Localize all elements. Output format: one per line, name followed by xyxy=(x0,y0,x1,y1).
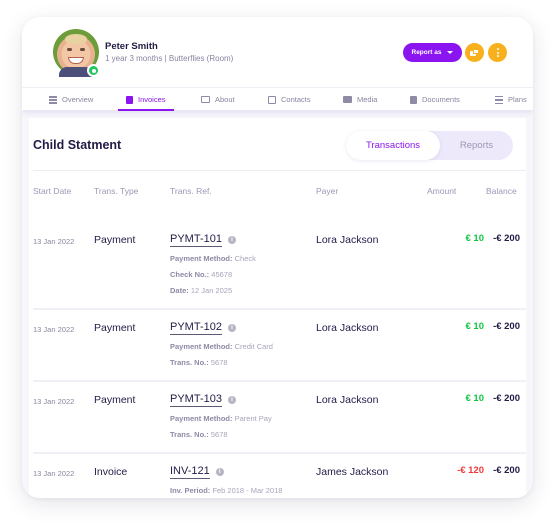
reports-toggle[interactable]: Reports xyxy=(440,131,513,160)
tab-invoices[interactable]: Invoices xyxy=(118,88,174,111)
row-type: Payment xyxy=(94,234,136,246)
row-date: 13 Jan 2022 xyxy=(33,237,75,246)
document-icon xyxy=(410,95,417,104)
report-as-label: Report as xyxy=(411,49,442,56)
row-amount: € 10 xyxy=(465,321,485,332)
child-statement-panel: Child Statment Transactions Reports Star… xyxy=(29,118,526,498)
transaction-ref-link[interactable]: PYMT-101 xyxy=(170,233,222,247)
tab-contacts[interactable]: Contacts xyxy=(260,88,319,111)
row-type: Payment xyxy=(94,322,136,334)
tab-about[interactable]: About xyxy=(193,88,243,111)
column-header-trans-ref[interactable]: Trans. Ref. xyxy=(170,186,212,196)
invoice-icon xyxy=(126,95,133,104)
row-balance: -€ 200 xyxy=(493,321,520,332)
tab-overview[interactable]: Overview xyxy=(41,88,101,111)
header-divider xyxy=(33,170,526,171)
row-detail: Payment Method: Check xyxy=(170,254,256,263)
report-as-button[interactable]: Report as xyxy=(403,43,462,62)
transactions-toggle[interactable]: Transactions xyxy=(346,131,440,160)
tab-documents[interactable]: Documents xyxy=(402,88,468,111)
row-date: 13 Jan 2022 xyxy=(33,325,75,334)
tab-media[interactable]: Media xyxy=(335,88,385,111)
column-header-start-date[interactable]: Start Date xyxy=(33,186,71,196)
contacts-icon xyxy=(268,95,276,104)
info-icon[interactable]: i xyxy=(227,236,236,244)
row-payer: James Jackson xyxy=(316,466,389,478)
row-detail: Trans. No.: 5678 xyxy=(170,358,228,367)
more-vertical-icon xyxy=(496,48,499,57)
list-icon xyxy=(49,95,57,104)
column-header-amount[interactable]: Amount xyxy=(427,186,456,196)
row-payer: Lora Jackson xyxy=(316,234,379,246)
info-icon[interactable]: i xyxy=(215,468,224,476)
statement-title: Child Statment xyxy=(33,138,122,152)
content-area: Child Statment Transactions Reports Star… xyxy=(22,110,533,498)
row-divider xyxy=(33,308,526,310)
transaction-ref-link[interactable]: PYMT-103 xyxy=(170,393,222,407)
info-icon[interactable]: i xyxy=(227,396,236,404)
row-amount: -€ 120 xyxy=(457,465,484,476)
row-divider xyxy=(33,380,526,382)
row-detail: Date: 12 Jan 2025 xyxy=(170,286,233,295)
row-payer: Lora Jackson xyxy=(316,322,379,334)
row-balance: -€ 200 xyxy=(493,465,520,476)
child-profile-card: Peter Smith 1 year 3 months | Butterflie… xyxy=(22,17,533,498)
profile-header: Peter Smith 1 year 3 months | Butterflie… xyxy=(22,17,533,87)
image-icon xyxy=(343,96,352,103)
row-balance: -€ 200 xyxy=(493,393,520,404)
row-type: Payment xyxy=(94,394,136,406)
row-divider xyxy=(33,452,526,454)
row-amount: € 10 xyxy=(465,393,485,404)
row-balance: -€ 200 xyxy=(493,233,520,244)
row-detail: Payment Method: Parent Pay xyxy=(170,414,272,423)
profile-name: Peter Smith xyxy=(105,41,158,52)
id-card-icon xyxy=(201,96,210,103)
row-date: 13 Jan 2022 xyxy=(33,397,75,406)
chat-button[interactable] xyxy=(465,43,484,62)
info-icon[interactable]: i xyxy=(227,324,236,332)
column-header-trans-type[interactable]: Trans. Type xyxy=(94,186,138,196)
row-detail: Payment Method: Credit Card xyxy=(170,342,273,351)
chat-bubbles-icon xyxy=(470,49,479,56)
row-detail: Check No.: 45678 xyxy=(170,270,233,279)
row-payer: Lora Jackson xyxy=(316,394,379,406)
tab-plans[interactable]: Plans xyxy=(487,88,533,111)
view-toggle: Transactions Reports xyxy=(346,131,513,160)
more-options-button[interactable] xyxy=(488,43,507,62)
row-detail: Trans. No.: 5678 xyxy=(170,430,228,439)
profile-tabs: Overview Invoices About Contacts Media D… xyxy=(22,87,533,111)
transaction-ref-link[interactable]: PYMT-102 xyxy=(170,321,222,335)
column-header-payer[interactable]: Payer xyxy=(316,186,338,196)
chevron-down-icon xyxy=(447,51,454,54)
online-status-icon xyxy=(87,64,100,77)
profile-subtitle: 1 year 3 months | Butterflies (Room) xyxy=(105,54,234,63)
row-detail: Inv. Period: Feb 2018 - Mar 2018 xyxy=(170,486,283,495)
row-amount: € 10 xyxy=(465,233,485,244)
column-header-balance[interactable]: Balance xyxy=(486,186,517,196)
row-type: Invoice xyxy=(94,466,128,478)
transaction-ref-link[interactable]: INV-121 xyxy=(170,465,210,479)
row-date: 13 Jan 2022 xyxy=(33,469,75,478)
sliders-icon xyxy=(495,95,503,104)
